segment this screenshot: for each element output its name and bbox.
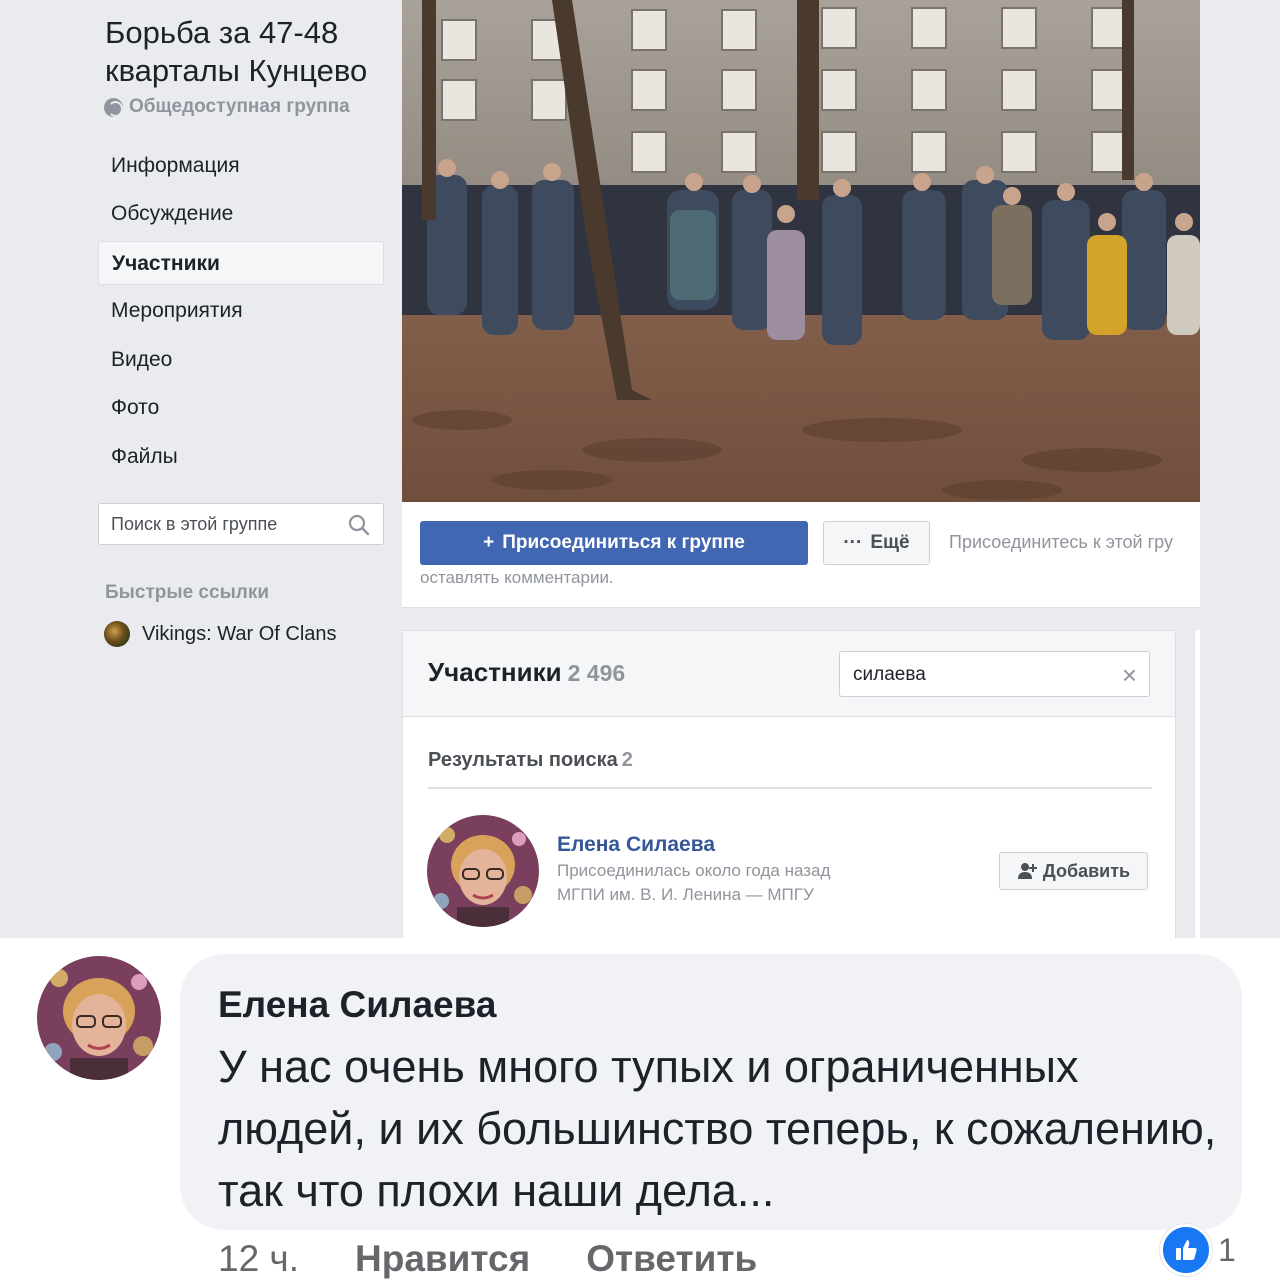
quick-link-label[interactable]: Vikings: War Of Clans — [142, 623, 337, 646]
more-button[interactable]: ··· Ещё — [823, 521, 930, 565]
group-title[interactable]: Борьба за 47-48 кварталы Кунцево — [105, 14, 395, 90]
join-group-label: Присоединиться к группе — [502, 532, 745, 553]
group-search-box[interactable]: Поиск в этой группе — [98, 503, 384, 545]
globe-icon — [104, 97, 123, 117]
sidebar-item-discussion[interactable]: Обсуждение — [98, 192, 384, 236]
comment-timestamp[interactable]: 12 ч. — [218, 1238, 299, 1280]
member-name-link[interactable]: Елена Силаева — [557, 833, 715, 857]
cover-photo-image — [402, 0, 1200, 502]
members-card: Участники 2 496 силаева × Результаты поис… — [402, 630, 1176, 938]
member-joined-text: Присоединилась около года назад — [557, 861, 831, 880]
join-hint-text: Присоединитесь к этой гру — [949, 532, 1173, 552]
avatar[interactable] — [37, 956, 161, 1080]
comment-area: Елена Силаева У нас очень много тупых и … — [0, 938, 1280, 1280]
group-page-screenshot: Борьба за 47-48 кварталы Кунцево Общедос… — [0, 0, 1280, 938]
comment-actions: 12 ч. Нравится Ответить — [218, 1238, 757, 1280]
join-hint-text-2: оставлять комментарии. — [420, 568, 614, 587]
members-header: Участники 2 496 силаева × — [403, 631, 1175, 717]
member-search-value[interactable]: силаева — [853, 664, 926, 686]
search-results-count: 2 — [621, 749, 633, 771]
search-results-label: Результаты поиска — [428, 749, 618, 771]
more-label: Ещё — [870, 532, 910, 553]
members-title: Участники 2 496 — [428, 657, 625, 688]
sidebar-item-files[interactable]: Файлы — [98, 435, 384, 479]
reply-button[interactable]: Ответить — [586, 1238, 757, 1280]
sidebar-item-info[interactable]: Информация — [98, 144, 384, 188]
reaction-count: 1 — [1218, 1231, 1236, 1268]
sidebar-item-events[interactable]: Мероприятия — [98, 289, 384, 333]
close-icon[interactable]: × — [1122, 660, 1137, 691]
add-friend-icon — [1017, 863, 1037, 879]
avatar[interactable] — [427, 815, 539, 927]
group-search-input[interactable]: Поиск в этой группе — [111, 514, 277, 535]
search-results-title: Результаты поиска 2 — [428, 749, 633, 772]
sidebar-item-photos[interactable]: Фото — [98, 386, 384, 430]
reaction-summary[interactable]: 1 — [1160, 1224, 1236, 1276]
quick-links-title: Быстрые ссылки — [105, 582, 270, 603]
game-app-icon — [104, 621, 130, 647]
right-column-edge — [1194, 630, 1200, 938]
privacy-label: Общедоступная группа — [129, 96, 350, 117]
add-friend-button[interactable]: Добавить — [999, 852, 1148, 890]
left-gutter — [0, 0, 78, 938]
member-school-text: МГПИ им. В. И. Ленина — МПГУ — [557, 885, 814, 904]
plus-icon: + — [483, 532, 495, 553]
sidebar-item-members[interactable]: Участники — [98, 241, 384, 285]
join-group-button[interactable]: + Присоединиться к группе — [420, 521, 808, 565]
comment-text: У нас очень много тупых и ограниченных л… — [218, 1041, 1217, 1216]
comment-author-link[interactable]: Елена Силаева — [218, 984, 496, 1026]
members-title-label: Участники — [428, 657, 562, 687]
group-action-bar: + Присоединиться к группе ··· Ещё Присое… — [402, 502, 1200, 608]
search-icon[interactable] — [347, 513, 371, 537]
group-privacy: Общедоступная группа — [104, 96, 350, 118]
results-divider — [428, 787, 1152, 789]
member-search-input[interactable]: силаева × — [839, 651, 1150, 697]
comment-avatar-image — [37, 956, 161, 1080]
thumbs-up-icon — [1160, 1224, 1212, 1276]
quick-link-game[interactable]: Vikings: War Of Clans — [104, 621, 337, 647]
members-count: 2 496 — [567, 660, 626, 686]
cover-photo[interactable] — [402, 0, 1200, 502]
add-friend-label: Добавить — [1042, 860, 1131, 881]
more-dots-icon: ··· — [843, 532, 863, 553]
like-button[interactable]: Нравится — [355, 1238, 530, 1280]
sidebar-item-videos[interactable]: Видео — [98, 338, 384, 382]
right-page-bg — [1200, 0, 1280, 938]
comment-bubble: Елена Силаева У нас очень много тупых и … — [180, 954, 1242, 1230]
thumbs-up-icon-shape — [1176, 1240, 1197, 1260]
avatar-image — [427, 815, 539, 927]
